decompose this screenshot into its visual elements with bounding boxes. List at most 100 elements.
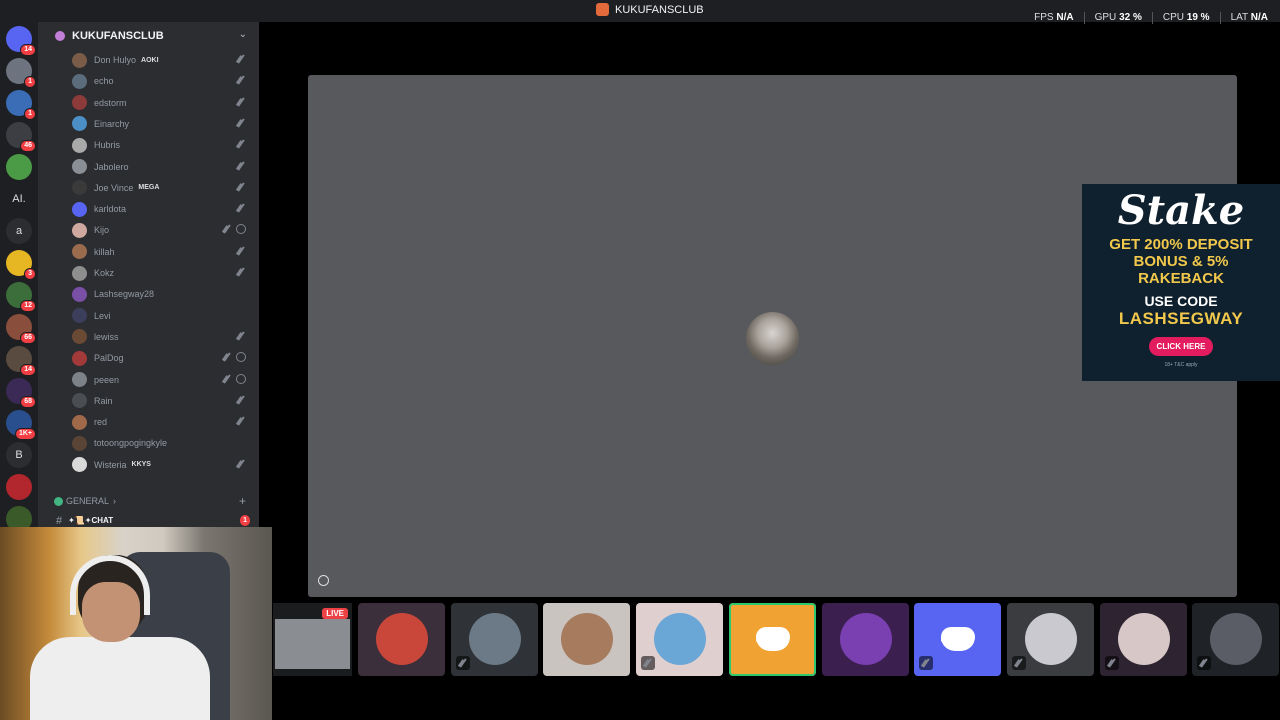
server-icon-11[interactable]: 68: [6, 378, 36, 408]
category-label: GENERAL: [66, 496, 110, 506]
muted-indicator: [641, 656, 656, 670]
participant-tile[interactable]: [1192, 603, 1280, 676]
stake-ad-banner[interactable]: Stake GET 200% DEPOSIT BONUS & 5% RAKEBA…: [1082, 184, 1280, 381]
server-icon-5[interactable]: AI.: [6, 186, 32, 212]
ad-code-label: USE CODE: [1144, 293, 1218, 309]
server-initials: AI.: [12, 193, 26, 205]
voice-member[interactable]: Hubris: [72, 135, 252, 155]
server-icon-9[interactable]: 66: [6, 314, 36, 344]
voice-member[interactable]: Don Hulyo AOKI: [72, 50, 252, 70]
member-name: Wisteria: [94, 459, 127, 470]
voice-member[interactable]: karldota: [72, 199, 252, 219]
click-here-button[interactable]: CLICK HERE: [1148, 337, 1214, 356]
muted-icon: [222, 224, 232, 234]
voice-member[interactable]: red: [72, 412, 252, 432]
member-name: Hubris: [94, 140, 121, 151]
voice-member[interactable]: Levi: [72, 306, 252, 326]
server-rail: 14 1 1 46 AI. a 3 12 66 14 68 1K+ B: [0, 22, 38, 532]
deafened-icon: [236, 373, 246, 384]
channel-chat[interactable]: # ✦📜✦CHAT 1: [44, 514, 254, 527]
participant-tile[interactable]: [358, 603, 445, 676]
participant-tile[interactable]: [636, 603, 724, 676]
member-name: Rain: [94, 395, 113, 406]
server-icon-8[interactable]: 12: [6, 282, 36, 312]
muted-icon: [921, 658, 931, 668]
voice-member[interactable]: Kokz: [72, 263, 252, 283]
server-header[interactable]: KUKUFANSCLUB ⌄: [38, 22, 259, 50]
chevron-right-icon: ›: [113, 496, 117, 506]
focused-participant-avatar: [746, 312, 799, 365]
server-icon-2[interactable]: 1: [6, 90, 36, 120]
avatar: [72, 329, 87, 345]
participant-avatar: [561, 613, 614, 665]
member-status: [236, 161, 246, 171]
voice-member[interactable]: totoongpogingkyle: [72, 433, 252, 453]
stat-divider: [1151, 12, 1153, 24]
popout-icon[interactable]: [318, 575, 329, 586]
voice-member[interactable]: PalDog: [72, 348, 252, 368]
server-icon-12[interactable]: 1K+: [6, 410, 36, 440]
participant-tile[interactable]: [914, 603, 1002, 676]
server-icon-14[interactable]: [6, 474, 32, 500]
voice-member[interactable]: peeen: [72, 370, 252, 390]
server-icon-7[interactable]: 3: [6, 250, 36, 280]
participant-avatar: [1117, 613, 1170, 665]
server-icon-3[interactable]: 46: [6, 122, 36, 152]
voice-member[interactable]: lewiss: [72, 327, 252, 347]
voice-member[interactable]: Jabolero: [72, 157, 252, 177]
server-icon-1[interactable]: 1: [6, 58, 36, 88]
member-tag: MEGA: [138, 184, 160, 192]
server-icon-0[interactable]: 14: [6, 26, 36, 56]
member-status: [222, 373, 246, 384]
participant-avatar: [654, 613, 707, 665]
server-icon-4[interactable]: [6, 154, 32, 180]
muted-indicator: [1011, 656, 1026, 670]
participant-tile[interactable]: [1099, 603, 1187, 676]
muted-indicator: [1197, 656, 1212, 670]
stake-logo: Stake: [1117, 187, 1245, 234]
member-status: [236, 203, 246, 213]
member-name: echo: [94, 76, 114, 87]
voice-member[interactable]: Rain: [72, 391, 252, 411]
voice-member[interactable]: echo: [72, 71, 252, 91]
participant-tile[interactable]: [543, 603, 631, 676]
member-name: PalDog: [94, 353, 124, 364]
voice-member[interactable]: edstorm: [72, 93, 252, 113]
member-status: [236, 118, 246, 128]
server-icon-13[interactable]: B: [6, 442, 32, 468]
mention-badge: 1K+: [14, 428, 36, 440]
streamer-shirt: [30, 637, 210, 720]
category-general[interactable]: GENERAL › +: [54, 494, 254, 508]
mention-badge: 3: [24, 268, 36, 280]
stat-value: 32 %: [1119, 12, 1142, 23]
muted-icon: [236, 416, 246, 426]
voice-member[interactable]: Kijo: [72, 220, 252, 240]
participant-tile[interactable]: [450, 603, 538, 676]
voice-member[interactable]: Wisteria KKYS: [72, 455, 252, 475]
muted-icon: [236, 395, 246, 405]
participant-tile[interactable]: [821, 603, 909, 676]
muted-icon: [236, 182, 246, 192]
server-icon-6[interactable]: a: [6, 218, 32, 244]
stat-value: N/A: [1056, 12, 1074, 23]
muted-icon: [643, 658, 653, 668]
live-stream-tile[interactable]: LIVE: [273, 603, 352, 676]
participant-tile[interactable]: [728, 603, 816, 676]
ad-code: LASHSEGWAY: [1118, 309, 1244, 328]
member-status: [236, 182, 246, 192]
member-name: Levi: [94, 310, 111, 321]
voice-member[interactable]: Joe Vince MEGA: [72, 178, 252, 198]
participant-tile[interactable]: [1006, 603, 1094, 676]
chevron-down-icon[interactable]: ⌄: [239, 29, 247, 40]
mention-badge: 12: [20, 300, 36, 312]
voice-member[interactable]: killah: [72, 242, 252, 262]
server-icon-10[interactable]: 14: [6, 346, 36, 376]
server-icon: [596, 3, 609, 16]
member-name: red: [94, 417, 108, 428]
stat-value: N/A: [1250, 12, 1268, 23]
member-name: Lashsegway28: [94, 289, 155, 300]
add-channel-icon[interactable]: +: [239, 494, 246, 508]
voice-member[interactable]: Einarchy: [72, 114, 252, 134]
voice-member[interactable]: Lashsegway28: [72, 284, 252, 304]
avatar: [72, 457, 87, 473]
